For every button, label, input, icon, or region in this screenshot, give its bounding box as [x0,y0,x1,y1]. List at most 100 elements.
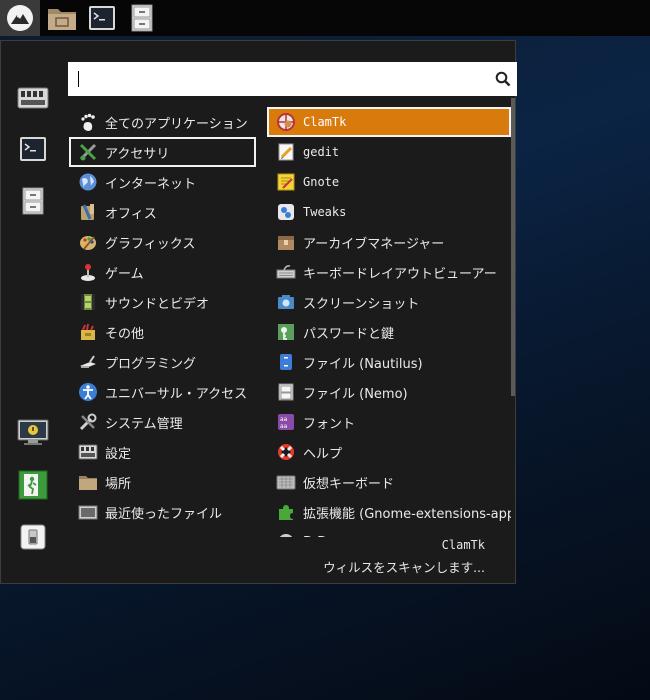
row-label: gedit [303,145,340,159]
programming-icon [80,355,96,368]
sidebar-lock-screen[interactable] [17,417,49,449]
row-icon-wrapper [276,232,296,252]
category-item[interactable]: 全てのアプリケーション [69,107,256,137]
sidebar-file-cabinet[interactable] [17,185,49,217]
joystick-icon [81,264,95,281]
app-item[interactable]: D.D.. [267,527,511,537]
category-item[interactable]: システム管理 [69,407,256,437]
row-icon-wrapper [276,202,296,222]
search-input[interactable] [76,68,480,92]
app-item[interactable]: スクリーンショット [267,287,511,317]
nemo-icon [278,383,294,401]
row-label: 最近使ったファイル [105,506,223,522]
category-item[interactable]: インターネット [69,167,256,197]
row-label: パスワードと鍵 [303,326,395,342]
app-item[interactable]: Gnote [267,167,511,197]
gedit-icon [278,143,294,161]
app-item[interactable]: Tweaks [267,197,511,227]
sidebar-log-out[interactable] [17,469,49,501]
row-icon-wrapper [78,142,98,162]
file-cabinet-icon [131,4,153,32]
row-label: D.D.. [303,535,335,538]
row-label: アクセサリ [105,146,170,162]
app-item[interactable]: aa aa フォント [267,407,511,437]
file-manager-launcher[interactable] [42,0,82,36]
category-item[interactable]: プログラミング [69,347,256,377]
category-item[interactable]: アクセサリ [69,137,256,167]
extensions-icon [279,505,293,520]
app-item[interactable]: アーカイブマネージャー [267,227,511,257]
row-label: キーボードレイアウトビューアー [303,266,497,282]
app-item[interactable]: 拡張機能 (Gnome-extensions-app) [267,497,511,527]
sidebar-settings-manager[interactable] [17,81,49,113]
row-icon-wrapper [276,472,296,492]
foot-icon [81,113,95,131]
sidebar-terminal[interactable] [17,133,49,165]
category-item[interactable]: 最近使ったファイル [69,497,256,527]
terminal-icon [20,137,46,161]
app-item[interactable]: gedit [267,137,511,167]
category-item[interactable]: サウンドとビデオ [69,287,256,317]
graphics-icon [80,236,96,250]
row-label: 場所 [105,476,132,492]
row-icon-wrapper [78,322,98,342]
search-box[interactable] [68,62,517,96]
row-icon-wrapper [78,472,98,492]
row-label: ヘルプ [303,446,343,462]
lock-screen-monitor-icon [17,419,49,445]
app-item[interactable]: ヘルプ [267,437,511,467]
category-item[interactable]: オフィス [69,197,256,227]
app-item[interactable]: キーボードレイアウトビューアー [267,257,511,287]
app-item[interactable]: 仮想キーボード [267,467,511,497]
archive-icon [278,236,294,250]
accessories-icon [79,143,97,161]
terminal-launcher[interactable] [82,0,122,36]
gnote-icon [277,173,295,191]
tools-icon [79,413,97,431]
category-item[interactable]: ユニバーサル・アクセス [69,377,256,407]
nautilus-icon [280,354,292,370]
cabinet-launcher[interactable] [122,0,162,36]
app-item[interactable]: ClamTk [267,107,511,137]
app-item[interactable]: パスワードと鍵 [267,317,511,347]
row-icon-wrapper [276,262,296,282]
row-icon-wrapper [276,442,296,462]
category-list: 全てのアプリケーション アクセサリインターネット オフィス グラフィックス ゲーム サウン… [69,107,256,527]
row-icon-wrapper [78,202,98,222]
partial-app-icon [279,534,293,537]
row-label: 全てのアプリケーション [105,116,248,132]
row-label: ファイル (Nautilus) [303,356,423,372]
row-icon-wrapper [276,292,296,312]
row-icon-wrapper [78,292,98,312]
terminal-icon [89,6,115,30]
row-icon-wrapper [276,532,296,537]
row-icon-wrapper [276,172,296,192]
category-item[interactable]: ゲーム [69,257,256,287]
category-item[interactable]: その他 [69,317,256,347]
application-menu: 全てのアプリケーション アクセサリインターネット オフィス グラフィックス ゲーム サウン… [0,40,517,584]
row-icon-wrapper [78,442,98,462]
keyboard-layout-icon [276,265,296,279]
tweaks-icon [278,204,294,220]
category-item[interactable]: 場所 [69,467,256,497]
sidebar-power[interactable] [17,521,49,553]
category-item[interactable]: グラフィックス [69,227,256,257]
row-icon-wrapper [78,382,98,402]
row-label: プログラミング [105,356,197,372]
row-label: フォント [303,416,356,432]
row-icon-wrapper [78,172,98,192]
screenshot-icon [278,295,294,309]
office-icon [81,204,94,220]
fonts-icon: aaaa [278,414,294,430]
category-item[interactable]: 設定 [69,437,256,467]
whisker-menu-button[interactable] [0,0,40,36]
app-item[interactable]: ファイル (Nemo) [267,377,511,407]
row-icon-wrapper [78,502,98,522]
app-item[interactable]: ファイル (Nautilus) [267,347,511,377]
clamtk-icon [277,113,295,131]
row-icon-wrapper [276,502,296,522]
virtual-keyboard-icon [276,475,296,490]
row-label: 設定 [105,446,132,462]
row-icon-wrapper [276,112,296,132]
app-list-scrollbar[interactable] [511,98,515,396]
